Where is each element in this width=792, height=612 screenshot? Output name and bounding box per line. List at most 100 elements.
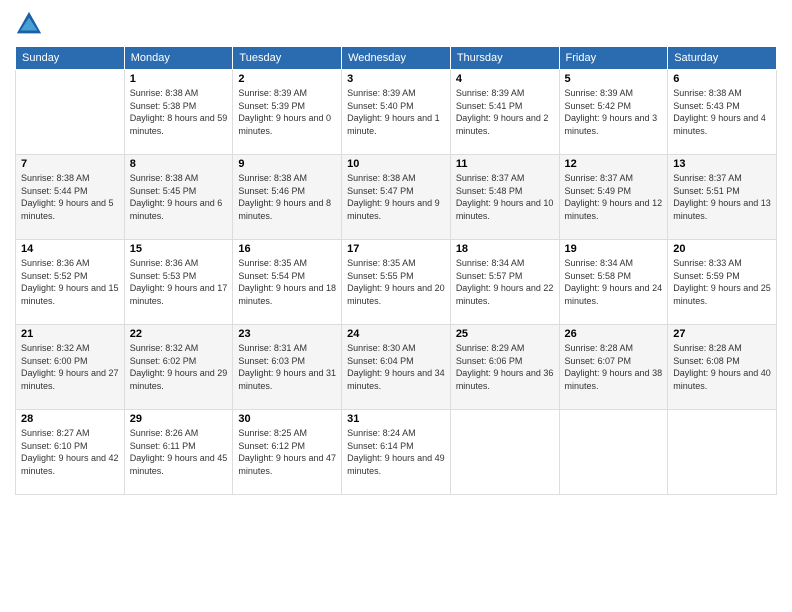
day-number: 26 (565, 328, 663, 340)
calendar-cell: 25 Sunrise: 8:29 AMSunset: 6:06 PMDayligh… (450, 325, 559, 410)
calendar-cell: 8Sunrise: 8:38 AMSunset: 5:45 PMDaylight… (124, 155, 233, 240)
calendar-cell: 11 Sunrise: 8:37 AMSunset: 5:48 PMDayligh… (450, 155, 559, 240)
calendar-cell (450, 410, 559, 495)
calendar-cell: 27 Sunrise: 8:28 AMSunset: 6:08 PMDayligh… (668, 325, 777, 410)
day-info: Sunrise: 8:30 AMSunset: 6:04 PMDaylight:… (347, 342, 445, 392)
calendar-cell: 10 Sunrise: 8:38 AMSunset: 5:47 PMDayligh… (342, 155, 451, 240)
calendar-cell: 20 Sunrise: 8:33 AMSunset: 5:59 PMDayligh… (668, 240, 777, 325)
day-number: 22 (130, 328, 228, 340)
day-info: Sunrise: 8:37 AMSunset: 5:49 PMDaylight:… (565, 172, 663, 222)
day-info: Sunrise: 8:39 AMSunset: 5:42 PMDaylight:… (565, 87, 663, 137)
day-info: Sunrise: 8:37 AMSunset: 5:48 PMDaylight:… (456, 172, 554, 222)
calendar-week-1: 1 Sunrise: 8:38 AMSunset: 5:38 PMDaylight… (16, 70, 777, 155)
logo-icon (15, 10, 43, 38)
calendar-cell: 24 Sunrise: 8:30 AMSunset: 6:04 PMDayligh… (342, 325, 451, 410)
calendar-cell: 17 Sunrise: 8:35 AMSunset: 5:55 PMDayligh… (342, 240, 451, 325)
calendar-cell: 3 Sunrise: 8:39 AMSunset: 5:40 PMDaylight… (342, 70, 451, 155)
day-number: 15 (130, 243, 228, 255)
calendar-cell: 14 Sunrise: 8:36 AMSunset: 5:52 PMDayligh… (16, 240, 125, 325)
header (15, 10, 777, 38)
day-info: Sunrise: 8:38 AMSunset: 5:43 PMDaylight:… (673, 87, 771, 137)
calendar-cell: 15Sunrise: 8:36 AMSunset: 5:53 PMDayligh… (124, 240, 233, 325)
day-number: 25 (456, 328, 554, 340)
calendar-cell (668, 410, 777, 495)
day-info: Sunrise: 8:24 AMSunset: 6:14 PMDaylight:… (347, 427, 445, 477)
day-number: 24 (347, 328, 445, 340)
day-number: 19 (565, 243, 663, 255)
calendar-cell: 18Sunrise: 8:34 AMSunset: 5:57 PMDayligh… (450, 240, 559, 325)
calendar-cell: 22 Sunrise: 8:32 AMSunset: 6:02 PMDayligh… (124, 325, 233, 410)
calendar-header-row: SundayMondayTuesdayWednesdayThursdayFrid… (16, 47, 777, 70)
calendar-cell: 6 Sunrise: 8:38 AMSunset: 5:43 PMDaylight… (668, 70, 777, 155)
day-info: Sunrise: 8:27 AMSunset: 6:10 PMDaylight:… (21, 427, 119, 477)
day-info: Sunrise: 8:28 AMSunset: 6:08 PMDaylight:… (673, 342, 771, 392)
logo (15, 10, 45, 38)
calendar-week-3: 14 Sunrise: 8:36 AMSunset: 5:52 PMDayligh… (16, 240, 777, 325)
day-number: 23 (238, 328, 336, 340)
day-number: 4 (456, 73, 554, 85)
calendar-cell (559, 410, 668, 495)
day-info: Sunrise: 8:38 AMSunset: 5:47 PMDaylight:… (347, 172, 445, 222)
calendar-cell: 2Sunrise: 8:39 AMSunset: 5:39 PMDaylight… (233, 70, 342, 155)
day-info: Sunrise: 8:34 AMSunset: 5:58 PMDaylight:… (565, 257, 663, 307)
day-number: 21 (21, 328, 119, 340)
day-number: 14 (21, 243, 119, 255)
day-info: Sunrise: 8:38 AMSunset: 5:45 PMDaylight:… (130, 172, 228, 222)
calendar-cell: 21 Sunrise: 8:32 AMSunset: 6:00 PMDayligh… (16, 325, 125, 410)
calendar-cell: 29Sunrise: 8:26 AMSunset: 6:11 PMDayligh… (124, 410, 233, 495)
day-number: 9 (238, 158, 336, 170)
day-number: 28 (21, 413, 119, 425)
day-info: Sunrise: 8:28 AMSunset: 6:07 PMDaylight:… (565, 342, 663, 392)
calendar-cell: 30Sunrise: 8:25 AMSunset: 6:12 PMDayligh… (233, 410, 342, 495)
day-info: Sunrise: 8:33 AMSunset: 5:59 PMDaylight:… (673, 257, 771, 307)
calendar-week-5: 28 Sunrise: 8:27 AMSunset: 6:10 PMDayligh… (16, 410, 777, 495)
day-info: Sunrise: 8:32 AMSunset: 6:00 PMDaylight:… (21, 342, 119, 392)
calendar-cell (16, 70, 125, 155)
day-number: 5 (565, 73, 663, 85)
calendar-header-friday: Friday (559, 47, 668, 70)
day-number: 1 (130, 73, 228, 85)
calendar-cell: 19 Sunrise: 8:34 AMSunset: 5:58 PMDayligh… (559, 240, 668, 325)
calendar-table: SundayMondayTuesdayWednesdayThursdayFrid… (15, 46, 777, 495)
calendar-cell: 4 Sunrise: 8:39 AMSunset: 5:41 PMDaylight… (450, 70, 559, 155)
calendar-week-4: 21 Sunrise: 8:32 AMSunset: 6:00 PMDayligh… (16, 325, 777, 410)
day-info: Sunrise: 8:39 AMSunset: 5:40 PMDaylight:… (347, 87, 445, 137)
day-info: Sunrise: 8:37 AMSunset: 5:51 PMDaylight:… (673, 172, 771, 222)
calendar-header-tuesday: Tuesday (233, 47, 342, 70)
calendar-cell: 9 Sunrise: 8:38 AMSunset: 5:46 PMDaylight… (233, 155, 342, 240)
day-info: Sunrise: 8:35 AMSunset: 5:55 PMDaylight:… (347, 257, 445, 307)
calendar-cell: 12 Sunrise: 8:37 AMSunset: 5:49 PMDayligh… (559, 155, 668, 240)
calendar-header-saturday: Saturday (668, 47, 777, 70)
day-info: Sunrise: 8:38 AMSunset: 5:46 PMDaylight:… (238, 172, 336, 222)
day-info: Sunrise: 8:32 AMSunset: 6:02 PMDaylight:… (130, 342, 228, 392)
calendar-cell: 26 Sunrise: 8:28 AMSunset: 6:07 PMDayligh… (559, 325, 668, 410)
calendar-header-thursday: Thursday (450, 47, 559, 70)
day-number: 20 (673, 243, 771, 255)
calendar-cell: 7Sunrise: 8:38 AMSunset: 5:44 PMDaylight… (16, 155, 125, 240)
day-number: 17 (347, 243, 445, 255)
calendar-cell: 28 Sunrise: 8:27 AMSunset: 6:10 PMDayligh… (16, 410, 125, 495)
day-info: Sunrise: 8:35 AMSunset: 5:54 PMDaylight:… (238, 257, 336, 307)
day-number: 6 (673, 73, 771, 85)
day-info: Sunrise: 8:39 AMSunset: 5:41 PMDaylight:… (456, 87, 554, 137)
calendar-header-wednesday: Wednesday (342, 47, 451, 70)
calendar-cell: 16Sunrise: 8:35 AMSunset: 5:54 PMDayligh… (233, 240, 342, 325)
day-number: 3 (347, 73, 445, 85)
day-info: Sunrise: 8:38 AMSunset: 5:38 PMDaylight:… (130, 87, 228, 137)
page: SundayMondayTuesdayWednesdayThursdayFrid… (0, 0, 792, 612)
day-info: Sunrise: 8:36 AMSunset: 5:52 PMDaylight:… (21, 257, 119, 307)
day-number: 7 (21, 158, 119, 170)
calendar-week-2: 7Sunrise: 8:38 AMSunset: 5:44 PMDaylight… (16, 155, 777, 240)
day-number: 11 (456, 158, 554, 170)
day-number: 10 (347, 158, 445, 170)
calendar-header-sunday: Sunday (16, 47, 125, 70)
calendar-cell: 1 Sunrise: 8:38 AMSunset: 5:38 PMDaylight… (124, 70, 233, 155)
day-number: 30 (238, 413, 336, 425)
day-info: Sunrise: 8:26 AMSunset: 6:11 PMDaylight:… (130, 427, 228, 477)
day-number: 18 (456, 243, 554, 255)
calendar-cell: 13Sunrise: 8:37 AMSunset: 5:51 PMDayligh… (668, 155, 777, 240)
day-info: Sunrise: 8:29 AMSunset: 6:06 PMDaylight:… (456, 342, 554, 392)
day-info: Sunrise: 8:39 AMSunset: 5:39 PMDaylight:… (238, 87, 336, 137)
day-number: 27 (673, 328, 771, 340)
day-number: 12 (565, 158, 663, 170)
